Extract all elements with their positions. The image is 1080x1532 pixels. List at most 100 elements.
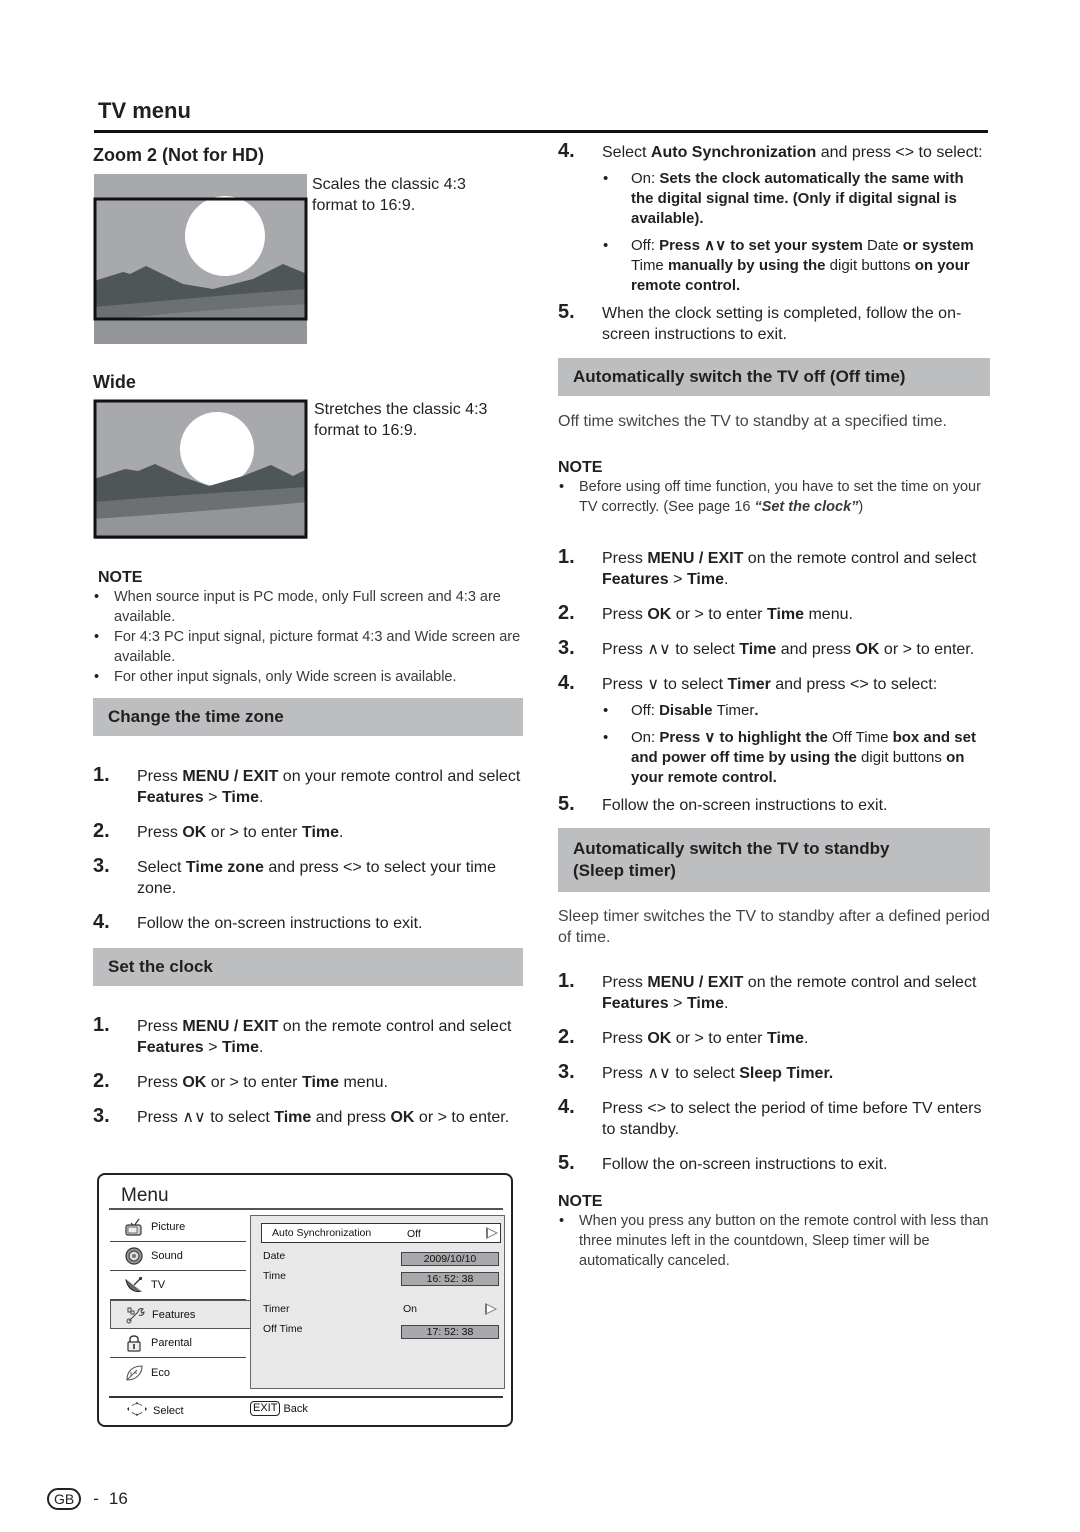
step-number: 1. <box>93 1014 110 1036</box>
title-divider <box>94 130 988 133</box>
sleep-note-title: NOTE <box>558 1193 603 1210</box>
sleep-timer-heading: Automatically switch the TV to standby (… <box>558 828 990 892</box>
note-item: When source input is PC mode, only Full … <box>93 587 523 627</box>
step-item: 3. Press ∧∨ to select Time and press OK o… <box>93 1105 523 1128</box>
off-time-value-field[interactable]: 17: 52: 38 <box>401 1325 499 1339</box>
step-number: 2. <box>93 820 110 842</box>
step-item: 3. Press ∧∨ to select Sleep Timer. <box>558 1061 990 1084</box>
note-item: For 4:3 PC input signal, picture format … <box>93 627 523 667</box>
menu-item-sound[interactable]: Sound <box>110 1242 246 1271</box>
menu-item-features[interactable]: Features <box>110 1300 250 1329</box>
note-item: Before using off time function, you have… <box>558 477 990 517</box>
right-arrow-icon[interactable] <box>486 1227 498 1239</box>
time-value-field[interactable]: 16: 52: 38 <box>401 1272 499 1286</box>
step-item: 4. Select Auto Synchronization and press… <box>558 141 990 296</box>
exit-key-icon: EXIT <box>250 1401 281 1416</box>
step-item: 2. Press OK or > to enter Time menu. <box>93 1070 523 1093</box>
step-number: 3. <box>93 855 110 877</box>
step-item: 2. Press OK or > to enter Time. <box>558 1027 990 1049</box>
auto-sync-row[interactable]: Auto Synchronization Off <box>261 1223 501 1243</box>
clock-steps-continued: 4. Select Auto Synchronization and press… <box>558 141 990 345</box>
bullet-item: Off: Press ∧∨ to set your system Date or… <box>602 236 990 296</box>
time-label: Time <box>263 1270 286 1282</box>
left-note-list: When source input is PC mode, only Full … <box>93 587 523 687</box>
wide-landscape-image <box>93 399 308 539</box>
page-title: TV menu <box>98 98 191 123</box>
step-text: Follow the on-screen instructions to exi… <box>137 915 423 932</box>
leaf-icon <box>123 1363 145 1383</box>
off-time-note-list: Before using off time function, you have… <box>558 477 990 517</box>
right-arrow-icon[interactable] <box>485 1303 497 1315</box>
step-text: Press OK or > to enter Time. <box>602 1030 809 1047</box>
step-text: Press MENU / EXIT on the remote control … <box>137 1018 512 1056</box>
off-time-intro: Off time switches the TV to standby at a… <box>558 413 947 430</box>
step-text: Follow the on-screen instructions to exi… <box>602 1156 888 1173</box>
bullet-item: On: Press ∨ to highlight the Off Time bo… <box>602 728 990 788</box>
zoom2-illustration <box>93 174 308 344</box>
bullet-item: Off: Disable Timer. <box>602 701 990 721</box>
menu-item-tv[interactable]: TV <box>110 1271 246 1300</box>
tools-icon <box>124 1305 146 1325</box>
timer-value: On <box>403 1303 418 1315</box>
satellite-dish-icon <box>123 1275 145 1295</box>
step-item: 3. Press ∧∨ to select Time and press OK … <box>558 637 975 659</box>
wide-heading: Wide <box>93 372 136 392</box>
step-text: Select Time zone and press <> to select … <box>137 859 496 897</box>
step-item: 4. Press ∨ to select Timer and press <> … <box>558 673 990 788</box>
sleep-note-list: When you press any button on the remote … <box>558 1211 990 1271</box>
step-item: 4. Follow the on-screen instructions to e… <box>93 912 523 934</box>
wide-illustration-row: Stretches the classic 4:3 format to 16:9… <box>93 399 523 539</box>
menu-sidebar: Picture Sound TV Features Parental Eco <box>110 1213 250 1387</box>
right-column: 4. Select Auto Synchronization and press… <box>558 141 990 1271</box>
step-number: 2. <box>93 1070 110 1092</box>
step-number: 5. <box>558 1152 575 1174</box>
region-badge: GB <box>47 1488 82 1510</box>
step-text: Press OK or > to enter Time. <box>137 824 344 841</box>
step-text: Press OK or > to enter Time menu. <box>137 1074 388 1091</box>
time-zone-steps: 1. Press MENU / EXIT on your remote contr… <box>93 764 523 934</box>
back-hint: EXIT Back <box>250 1401 308 1416</box>
tv-icon <box>123 1217 145 1237</box>
step-number: 3. <box>93 1105 110 1127</box>
date-label: Date <box>263 1250 286 1262</box>
step-item: 2. Press OK or > to enter Time. <box>93 820 523 843</box>
time-zone-heading: Change the time zone <box>93 698 523 736</box>
padlock-icon <box>123 1333 145 1353</box>
menu-item-picture[interactable]: Picture <box>110 1213 246 1242</box>
step-item: 4. Press <> to select the period of time … <box>558 1096 990 1140</box>
step-number: 3. <box>558 1061 575 1083</box>
set-clock-heading: Set the clock <box>93 948 523 986</box>
zoom2-illustration-row: Scales the classic 4:3 format to 16:9. <box>93 174 523 344</box>
page-number: 16 <box>108 1489 128 1508</box>
menu-footer-divider <box>109 1396 503 1398</box>
speaker-icon <box>123 1246 145 1266</box>
auto-sync-value: Off <box>407 1228 421 1240</box>
sleep-timer-intro: Sleep timer switches the TV to standby a… <box>558 908 990 946</box>
menu-title: Menu <box>121 1185 169 1206</box>
bullet-item: On: Sets the clock automatically the sam… <box>602 169 990 229</box>
step-text: Press MENU / EXIT on the remote control … <box>602 974 977 1012</box>
auto-sync-label: Auto Synchronization <box>272 1227 372 1239</box>
step-item: 1. Press MENU / EXIT on the remote contro… <box>558 971 990 1014</box>
left-column: Zoom 2 (Not for HD) Scales the classic 4… <box>93 145 523 1128</box>
step-number: 4. <box>558 1096 575 1118</box>
tv-menu-screenshot: Menu Picture Sound TV Features Parental … <box>97 1173 513 1427</box>
zoom2-heading: Zoom 2 (Not for HD) <box>93 145 264 165</box>
step-item: 1. Press MENU / EXIT on the remote contro… <box>93 1014 523 1058</box>
time-settings-panel: Auto Synchronization Off Date 2009/10/10… <box>250 1215 505 1389</box>
off-time-note-title: NOTE <box>558 459 603 476</box>
set-clock-steps: 1. Press MENU / EXIT on the remote contro… <box>93 1014 523 1128</box>
step-number: 1. <box>93 764 110 786</box>
step-item: 5. When the clock setting is completed, … <box>558 301 962 344</box>
set-the-clock-link[interactable]: “Set the clock” <box>754 499 858 515</box>
menu-item-parental[interactable]: Parental <box>110 1329 246 1358</box>
date-value-field[interactable]: 2009/10/10 <box>401 1252 499 1266</box>
step-item: 1. Press MENU / EXIT on the remote contr… <box>558 546 977 589</box>
step-text: Press ∧∨ to select Sleep Timer. <box>602 1065 834 1082</box>
menu-item-eco[interactable]: Eco <box>110 1358 246 1387</box>
menu-divider <box>109 1208 503 1210</box>
sleep-timer-steps: 1. Press MENU / EXIT on the remote contro… <box>558 971 990 1175</box>
step-text: Press MENU / EXIT on your remote control… <box>137 768 521 806</box>
zoom2-caption: Scales the classic 4:3 format to 16:9. <box>312 176 466 214</box>
page-footer: GB - 16 <box>47 1488 128 1510</box>
